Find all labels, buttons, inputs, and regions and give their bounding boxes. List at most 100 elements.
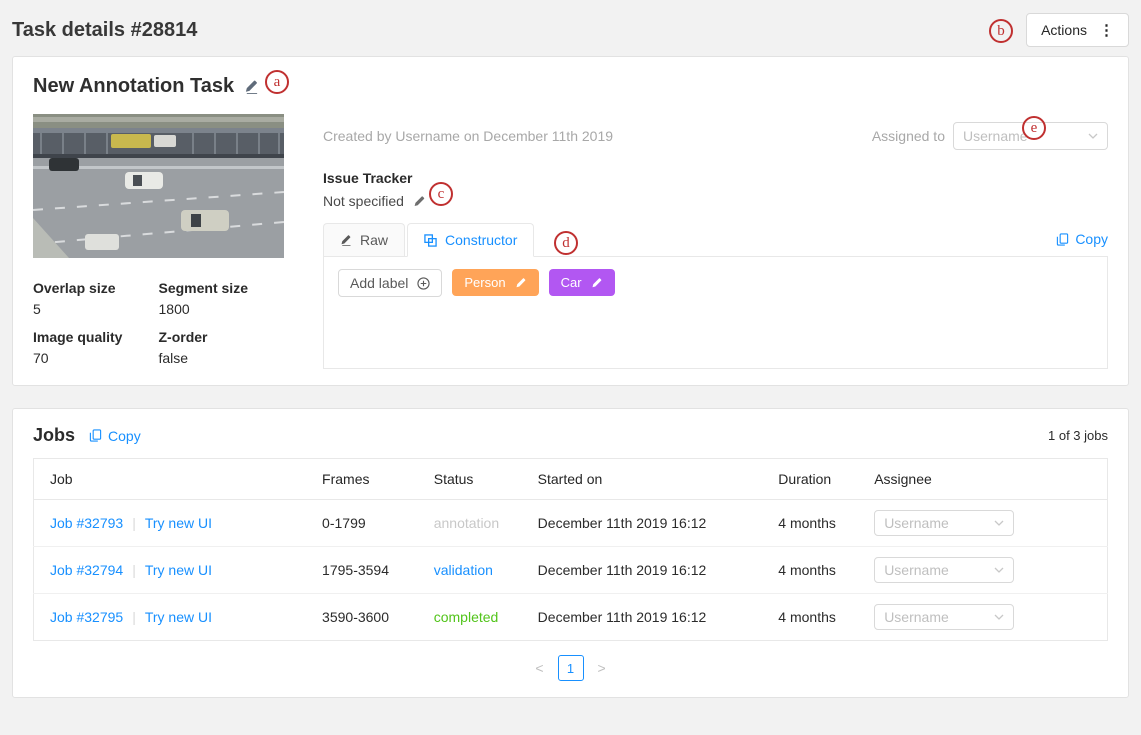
job-started-on: December 11th 2019 16:12: [522, 500, 763, 547]
jobs-card: Jobs Copy 1 of 3 jobs Job Frames Status …: [12, 408, 1129, 698]
job-link[interactable]: Job #32793: [50, 515, 123, 531]
job-link[interactable]: Job #32795: [50, 609, 123, 625]
label-tag-person[interactable]: Person: [452, 269, 538, 296]
constructor-panel: Add label Person Car: [323, 257, 1108, 369]
labels-tabs: Raw Constructor Copy: [323, 223, 1108, 257]
jobs-pagination: < 1 >: [33, 655, 1108, 681]
task-details-card: New Annotation Task: [12, 56, 1129, 386]
overlap-size-label: Overlap size: [33, 280, 159, 296]
image-quality-value: 70: [33, 350, 159, 366]
assigned-to-label: Assigned to: [872, 128, 945, 144]
constructor-icon: [424, 234, 437, 247]
job-assignee-select[interactable]: Username: [874, 557, 1014, 583]
jobs-table: Job Frames Status Started on Duration As…: [33, 458, 1108, 641]
segment-size-value: 1800: [159, 301, 285, 317]
actions-button-label: Actions: [1041, 22, 1087, 38]
task-parameters: Overlap size 5 Segment size 1800 Image q…: [33, 280, 284, 366]
label-tag-car-name: Car: [561, 275, 582, 290]
column-frames: Frames: [306, 459, 418, 500]
jobs-count: 1 of 3 jobs: [1048, 428, 1108, 443]
pagination-next-button[interactable]: >: [598, 660, 606, 676]
link-separator: |: [132, 562, 136, 578]
add-label-button-text: Add label: [350, 275, 408, 291]
job-started-on: December 11th 2019 16:12: [522, 547, 763, 594]
jobs-table-header-row: Job Frames Status Started on Duration As…: [34, 459, 1108, 500]
copy-labels-link[interactable]: Copy: [1056, 231, 1108, 256]
issue-tracker-section: Issue Tracker Not specified: [323, 170, 1108, 209]
copy-icon: [1056, 233, 1069, 246]
try-new-ui-link[interactable]: Try new UI: [145, 609, 212, 625]
issue-tracker-value: Not specified: [323, 193, 404, 209]
copy-jobs-label: Copy: [108, 428, 141, 444]
job-status: completed: [434, 609, 499, 625]
job-assignee-select[interactable]: Username: [874, 604, 1014, 630]
column-duration: Duration: [762, 459, 858, 500]
job-row: Job #32795|Try new UI 3590-3600 complete…: [34, 594, 1108, 641]
chevron-down-icon: [994, 520, 1004, 526]
job-row: Job #32793|Try new UI 0-1799 annotation …: [34, 500, 1108, 547]
try-new-ui-link[interactable]: Try new UI: [145, 515, 212, 531]
tab-raw[interactable]: Raw: [323, 223, 405, 256]
z-order-label: Z-order: [159, 329, 285, 345]
add-label-button[interactable]: Add label: [338, 269, 442, 297]
task-name: New Annotation Task: [33, 75, 234, 98]
job-frames: 0-1799: [306, 500, 418, 547]
task-title-row: New Annotation Task: [33, 75, 1108, 98]
segment-size-param: Segment size 1800: [159, 280, 285, 317]
job-started-on: December 11th 2019 16:12: [522, 594, 763, 641]
job-assignee-placeholder: Username: [884, 562, 949, 578]
tab-constructor-label: Constructor: [445, 232, 517, 248]
job-duration: 4 months: [762, 594, 858, 641]
job-row: Job #32794 | Try new UI 1795-3594 validati…: [34, 547, 1108, 594]
link-separator: |: [132, 609, 136, 625]
column-assignee: Assignee: [858, 459, 1107, 500]
edit-task-name-icon[interactable]: [244, 79, 259, 94]
job-assignee-placeholder: Username: [884, 515, 949, 531]
pencil-icon: [340, 234, 352, 246]
edit-label-icon[interactable]: [515, 277, 527, 289]
column-status: Status: [418, 459, 522, 500]
edit-issue-tracker-icon[interactable]: [413, 195, 426, 208]
edit-label-icon[interactable]: [591, 277, 603, 289]
image-quality-param: Image quality 70: [33, 329, 159, 366]
assigned-to-group: Assigned to Username: [872, 122, 1108, 150]
pagination-prev-button[interactable]: <: [535, 660, 543, 676]
job-duration: 4 months: [762, 500, 858, 547]
column-job: Job: [34, 459, 307, 500]
task-left-column: Overlap size 5 Segment size 1800 Image q…: [33, 114, 284, 369]
page-header: Task details #28814 Actions ⋮: [0, 0, 1141, 56]
copy-labels-label: Copy: [1075, 231, 1108, 247]
z-order-param: Z-order false: [159, 329, 285, 366]
job-link[interactable]: Job #32794: [50, 562, 123, 578]
z-order-value: false: [159, 350, 285, 366]
job-assignee-placeholder: Username: [884, 609, 949, 625]
segment-size-label: Segment size: [159, 280, 285, 296]
jobs-title: Jobs: [33, 425, 75, 446]
job-status: validation: [434, 562, 493, 578]
copy-jobs-link[interactable]: Copy: [89, 428, 141, 444]
job-assignee-select[interactable]: Username: [874, 510, 1014, 536]
job-duration: 4 months: [762, 547, 858, 594]
overlap-size-param: Overlap size 5: [33, 280, 159, 317]
job-frames: 1795-3594: [306, 547, 418, 594]
link-separator: |: [132, 515, 136, 531]
pagination-page-1[interactable]: 1: [558, 655, 584, 681]
label-tag-car[interactable]: Car: [549, 269, 615, 296]
more-menu-icon: ⋮: [1099, 21, 1114, 39]
labels-editor: Raw Constructor Copy: [323, 223, 1108, 369]
traffic-scene-illustration: [33, 114, 284, 258]
plus-circle-icon: [417, 277, 430, 290]
column-started-on: Started on: [522, 459, 763, 500]
actions-button[interactable]: Actions ⋮: [1026, 13, 1129, 47]
try-new-ui-link[interactable]: Try new UI: [145, 562, 212, 578]
image-quality-label: Image quality: [33, 329, 159, 345]
chevron-down-icon: [1088, 133, 1098, 139]
assignee-select-placeholder: Username: [963, 128, 1028, 144]
page-title: Task details #28814: [12, 19, 197, 42]
job-status: annotation: [434, 515, 499, 531]
issue-tracker-label: Issue Tracker: [323, 170, 1108, 186]
label-tag-person-name: Person: [464, 275, 505, 290]
tab-constructor[interactable]: Constructor: [407, 223, 534, 257]
assignee-select[interactable]: Username: [953, 122, 1108, 150]
chevron-down-icon: [994, 614, 1004, 620]
